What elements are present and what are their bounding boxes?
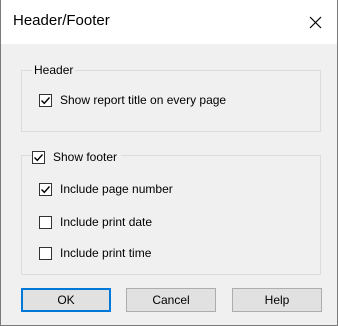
include-print-time-checkbox[interactable]: Include print time <box>39 246 151 260</box>
checkbox-box <box>39 215 52 229</box>
checkbox-label: Show report title on every page <box>60 93 227 107</box>
include-page-number-checkbox[interactable]: Include page number <box>39 182 173 196</box>
ok-button[interactable]: OK <box>21 288 111 312</box>
checkbox-label: Show footer <box>53 150 118 164</box>
checkbox-label: Include page number <box>60 182 173 196</box>
include-print-date-checkbox[interactable]: Include print date <box>39 215 152 229</box>
checkbox-box <box>39 93 52 107</box>
checkbox-box <box>32 150 45 164</box>
checkbox-label: Include print date <box>60 215 153 229</box>
show-report-title-checkbox[interactable]: Show report title on every page <box>39 93 226 107</box>
checkbox-label: Include print time <box>60 246 152 260</box>
close-button[interactable] <box>293 0 337 44</box>
header-group-caption: Header <box>32 63 76 77</box>
title-bar: Header/Footer <box>1 0 337 44</box>
checkbox-box <box>39 182 52 196</box>
checkmark-icon <box>34 153 44 161</box>
close-icon <box>309 16 322 29</box>
checkmark-icon <box>41 96 51 104</box>
checkbox-box <box>39 246 52 260</box>
header-footer-dialog: Header/Footer Header Show report title o… <box>0 0 338 326</box>
show-footer-checkbox[interactable]: Show footer <box>32 150 122 164</box>
dialog-title: Header/Footer <box>13 12 110 29</box>
cancel-button[interactable]: Cancel <box>126 288 216 312</box>
help-button[interactable]: Help <box>232 288 322 312</box>
checkmark-icon <box>41 185 51 193</box>
